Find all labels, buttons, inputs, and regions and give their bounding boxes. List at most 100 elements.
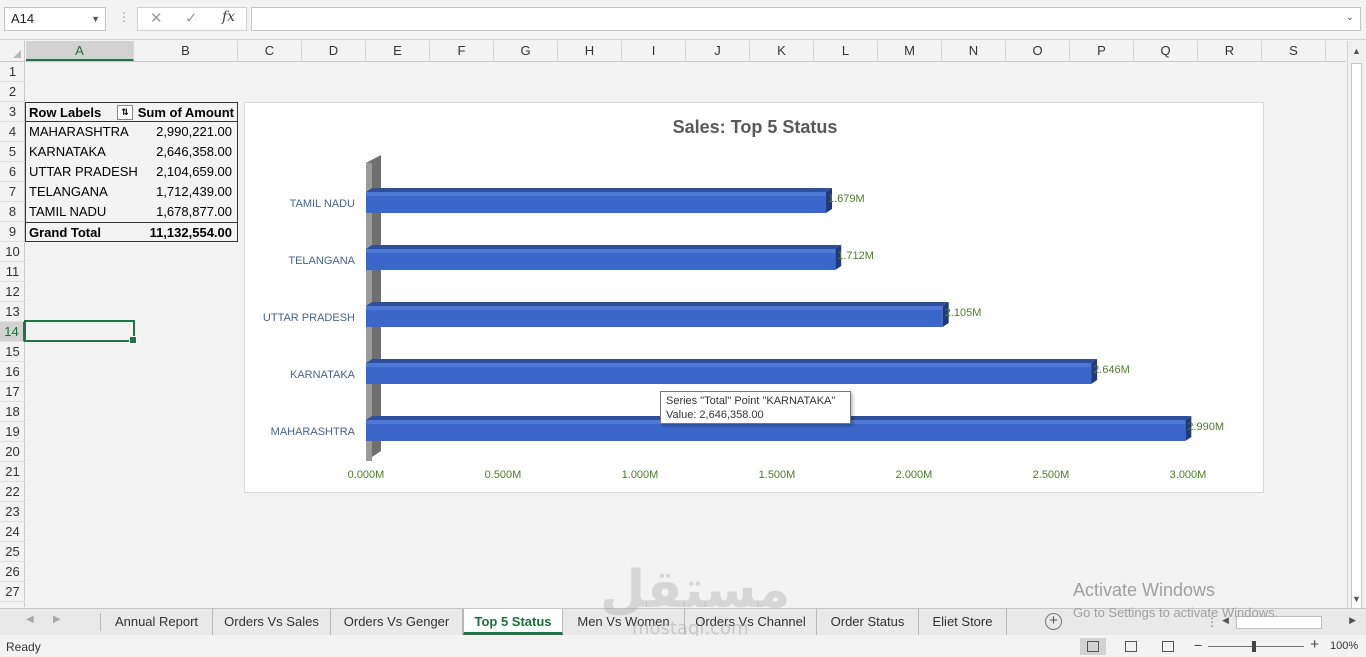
pivot-total-value[interactable]: 11,132,554.00 <box>150 223 232 243</box>
x-tick-label: 3.000M <box>1170 469 1207 481</box>
sheet-tab-eliet-store[interactable]: Eliet Store <box>919 609 1007 635</box>
sheet-tab-orders-vs-genger[interactable]: Orders Vs Genger <box>331 609 463 635</box>
active-cell-A14[interactable] <box>24 320 137 344</box>
row-header-24[interactable]: 24 <box>0 522 25 542</box>
zoom-track[interactable] <box>1208 646 1304 647</box>
row-header-17[interactable]: 17 <box>0 382 25 402</box>
row-header-23[interactable]: 23 <box>0 502 25 522</box>
page-layout-button[interactable] <box>1118 638 1144 655</box>
vertical-scrollbar[interactable]: ▲ ▼ <box>1347 41 1365 615</box>
name-box[interactable]: A14 ▼ <box>4 7 106 31</box>
category-label: UTTAR PRADESH <box>263 312 355 324</box>
row-header-26[interactable]: 26 <box>0 562 25 582</box>
column-header-Q[interactable]: Q <box>1134 41 1198 61</box>
pivot-row-value[interactable]: 2,646,358.00 <box>156 142 232 162</box>
page-break-button[interactable] <box>1155 638 1181 655</box>
pivot-row-label[interactable]: UTTAR PRADESH <box>29 162 138 182</box>
cancel-icon[interactable]: ✕ <box>150 9 163 27</box>
row-header-27[interactable]: 27 <box>0 582 25 602</box>
column-header-S[interactable]: S <box>1262 41 1326 61</box>
pivot-row-value[interactable]: 1,712,439.00 <box>156 182 232 202</box>
zoom-knob[interactable] <box>1252 641 1256 652</box>
zoom-in-icon[interactable]: + <box>1310 636 1319 653</box>
vertical-scroll-thumb[interactable] <box>1351 63 1362 615</box>
data-label: 1.679M <box>828 193 865 205</box>
sheet-tab-top-5-status[interactable]: Top 5 Status <box>463 609 563 635</box>
normal-view-button[interactable] <box>1080 638 1106 655</box>
column-header-N[interactable]: N <box>942 41 1006 61</box>
formula-bar: A14 ▼ ⋮ ✕ ✓ fx ⌄ <box>0 0 1366 40</box>
column-header-R[interactable]: R <box>1198 41 1262 61</box>
pivot-row-labels-header[interactable]: Row Labels <box>29 103 101 123</box>
pivot-total-label[interactable]: Grand Total <box>29 223 101 243</box>
row-header-12[interactable]: 12 <box>0 282 25 302</box>
pivot-row-label[interactable]: KARNATAKA <box>29 142 106 162</box>
sheet-tab-order-status[interactable]: Order Status <box>817 609 919 635</box>
column-header-O[interactable]: O <box>1006 41 1070 61</box>
column-header-H[interactable]: H <box>558 41 622 61</box>
next-sheet-icon[interactable]: ▶ <box>53 614 61 625</box>
column-header-K[interactable]: K <box>750 41 814 61</box>
row-header-2[interactable]: 2 <box>0 82 25 102</box>
pivot-row-label[interactable]: MAHARASHTRA <box>29 122 129 142</box>
prev-sheet-icon[interactable]: ◀ <box>26 614 34 625</box>
pivot-row-label[interactable]: TELANGANA <box>29 182 108 202</box>
enter-icon[interactable]: ✓ <box>185 9 198 27</box>
row-header-1[interactable]: 1 <box>0 62 25 82</box>
row-header-5[interactable]: 5 <box>0 142 25 162</box>
row-header-16[interactable]: 16 <box>0 362 25 382</box>
column-header-L[interactable]: L <box>814 41 878 61</box>
column-header-P[interactable]: P <box>1070 41 1134 61</box>
column-header-B[interactable]: B <box>134 41 238 61</box>
row-header-8[interactable]: 8 <box>0 202 25 222</box>
formula-input[interactable]: ⌄ <box>251 7 1361 31</box>
select-all-button[interactable] <box>0 41 25 61</box>
column-header-J[interactable]: J <box>686 41 750 61</box>
zoom-slider[interactable]: − + <box>1194 636 1319 655</box>
scroll-up-icon[interactable]: ▲ <box>1352 46 1361 56</box>
column-header-M[interactable]: M <box>878 41 942 61</box>
pivot-row-value[interactable]: 2,104,659.00 <box>156 162 232 182</box>
status-ready: Ready <box>6 640 41 654</box>
expand-formula-icon[interactable]: ⌄ <box>1346 12 1354 23</box>
row-header-9[interactable]: 9 <box>0 222 25 242</box>
column-header-E[interactable]: E <box>366 41 430 61</box>
pivot-row-value[interactable]: 2,990,221.00 <box>156 122 232 142</box>
column-header-G[interactable]: G <box>494 41 558 61</box>
column-header-C[interactable]: C <box>238 41 302 61</box>
row-header-14[interactable]: 14 <box>0 322 25 342</box>
pivot-row-value[interactable]: 1,678,877.00 <box>156 202 232 222</box>
row-header-21[interactable]: 21 <box>0 462 25 482</box>
column-header-D[interactable]: D <box>302 41 366 61</box>
bar-chart[interactable]: Sales: Top 5 Status TAMIL NADU 1.679M TELAN… <box>244 102 1264 493</box>
row-header-15[interactable]: 15 <box>0 342 25 362</box>
chevron-down-icon[interactable]: ▼ <box>91 8 100 30</box>
row-header-25[interactable]: 25 <box>0 542 25 562</box>
zoom-out-icon[interactable]: − <box>1194 637 1202 653</box>
scroll-down-icon[interactable]: ▼ <box>1352 594 1361 604</box>
pivot-sum-header[interactable]: Sum of Amount <box>138 103 234 123</box>
add-sheet-button[interactable]: + <box>1045 613 1062 630</box>
row-header-20[interactable]: 20 <box>0 442 25 462</box>
zoom-level[interactable]: 100% <box>1330 640 1358 652</box>
row-header-3[interactable]: 3 <box>0 102 25 122</box>
sheet-tab-orders-vs-sales[interactable]: Orders Vs Sales <box>213 609 331 635</box>
column-header-I[interactable]: I <box>622 41 686 61</box>
column-header-F[interactable]: F <box>430 41 494 61</box>
row-header-13[interactable]: 13 <box>0 302 25 322</box>
sheet-tab-annual-report[interactable]: Annual Report <box>101 609 213 635</box>
row-header-18[interactable]: 18 <box>0 402 25 422</box>
row-header-4[interactable]: 4 <box>0 122 25 142</box>
column-header-A[interactable]: A <box>26 41 134 61</box>
row-header-22[interactable]: 22 <box>0 482 25 502</box>
pivot-row-label[interactable]: TAMIL NADU <box>29 202 106 222</box>
insert-function-icon[interactable]: fx <box>222 9 235 25</box>
row-header-19[interactable]: 19 <box>0 422 25 442</box>
bar-top <box>366 359 1098 363</box>
row-header-6[interactable]: 6 <box>0 162 25 182</box>
row-header-7[interactable]: 7 <box>0 182 25 202</box>
row-header-11[interactable]: 11 <box>0 262 25 282</box>
filter-sort-icon[interactable]: ⇅ <box>117 105 133 120</box>
row-header-10[interactable]: 10 <box>0 242 25 262</box>
scroll-right-icon[interactable]: ▶ <box>1349 615 1356 626</box>
